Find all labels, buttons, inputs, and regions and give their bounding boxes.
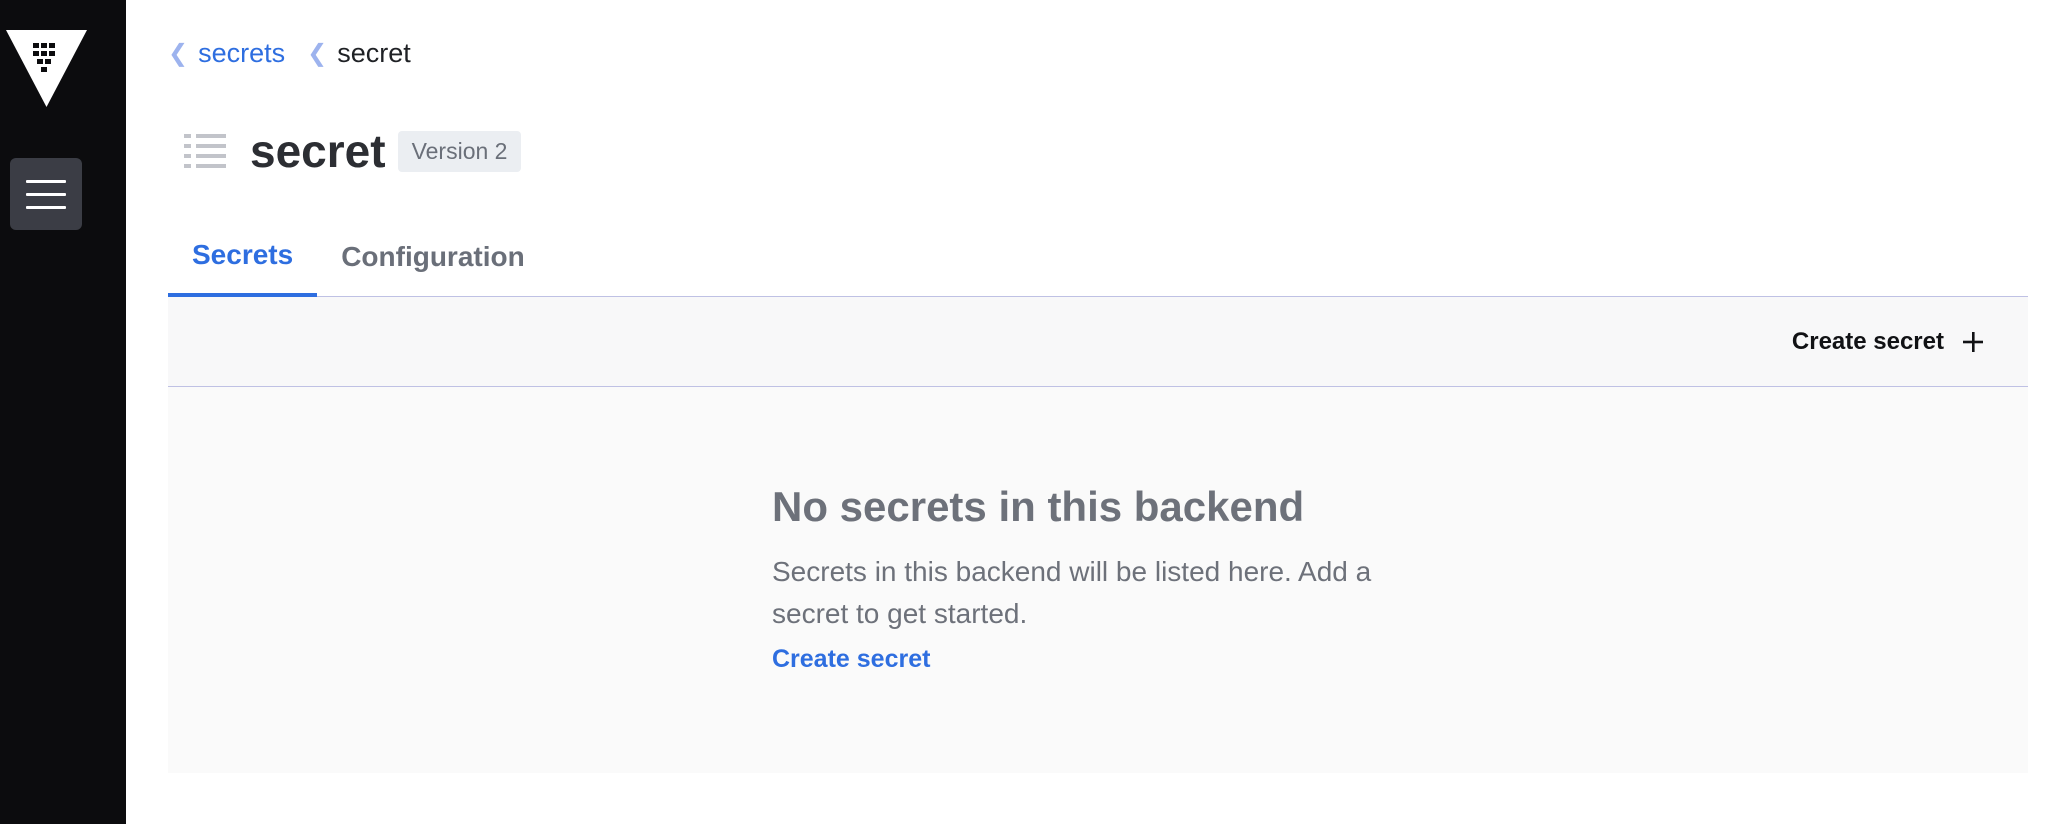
breadcrumb: ❮ secrets ❮ secret xyxy=(168,38,411,69)
chevron-left-icon: ❮ xyxy=(168,40,189,67)
page-title: secret xyxy=(250,125,386,177)
breadcrumb-link-secrets[interactable]: secrets xyxy=(198,38,285,69)
sidebar xyxy=(0,0,126,824)
plus-icon xyxy=(1963,331,1983,352)
tab-configuration[interactable]: Configuration xyxy=(317,216,549,297)
main-content: ❮ secrets ❮ secret secret Version 2 Secr… xyxy=(126,0,2060,824)
empty-state: No secrets in this backend Secrets in th… xyxy=(168,387,2028,773)
breadcrumb-current: secret xyxy=(337,38,411,68)
empty-state-message: Secrets in this backend will be listed h… xyxy=(772,556,1372,629)
empty-state-title: No secrets in this backend xyxy=(772,483,1305,530)
create-secret-button[interactable]: Create secret xyxy=(1792,328,1984,356)
list-icon xyxy=(184,134,226,168)
tab-bar: Secrets Configuration xyxy=(168,216,2028,297)
toolbar: Create secret xyxy=(168,297,2028,387)
version-badge: Version 2 xyxy=(397,130,522,172)
chevron-left-icon: ❮ xyxy=(307,40,328,67)
create-secret-link[interactable]: Create secret xyxy=(772,645,930,674)
hamburger-menu-icon[interactable] xyxy=(10,158,82,230)
create-secret-label: Create secret xyxy=(1791,327,1944,355)
vault-logo-icon[interactable] xyxy=(6,30,87,107)
page-header: secret Version 2 xyxy=(184,124,522,178)
tab-secrets[interactable]: Secrets xyxy=(168,216,318,297)
